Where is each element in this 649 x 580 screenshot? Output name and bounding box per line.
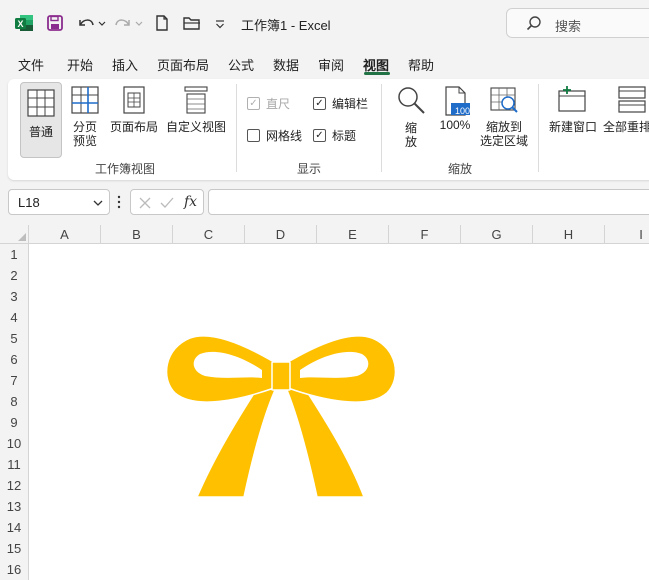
bow-shape[interactable] xyxy=(0,0,649,580)
